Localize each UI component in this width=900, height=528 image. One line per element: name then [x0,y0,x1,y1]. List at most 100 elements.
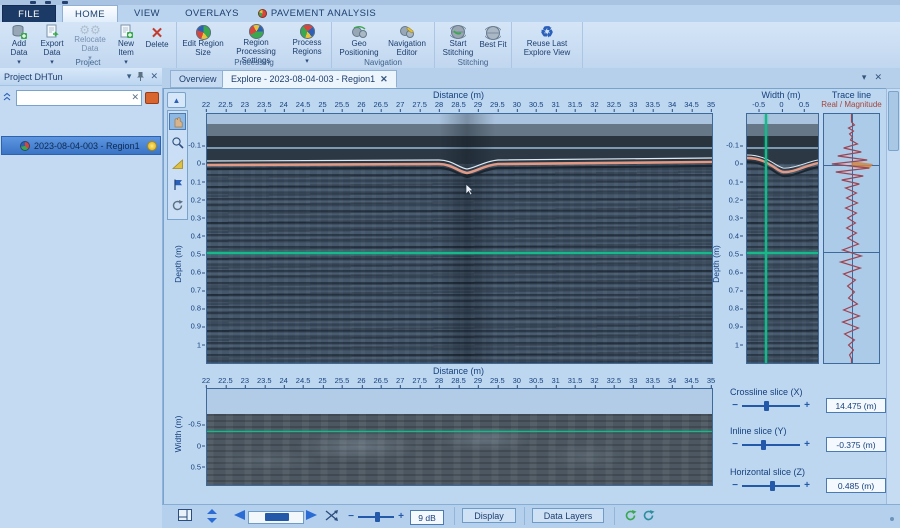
refresh-green-icon[interactable] [624,509,637,522]
crossed-arrows-icon[interactable] [324,509,340,522]
decrement-button[interactable]: − [346,511,356,522]
close-icon[interactable]: ✕ [874,72,882,83]
horizontal-slice-line[interactable] [747,252,818,254]
new-item-button[interactable]: New Item [112,24,140,58]
ribbon-group-label: Project [0,58,176,67]
collapse-toolbar-button[interactable]: ▲ [167,92,186,108]
reuse-last-explore-view-button[interactable]: ♻ Reuse Last Explore View [516,24,578,58]
position-scrollbar[interactable] [248,511,304,524]
explore-view: ▲ Distance (m) 2222.52323.52424.52525.52… [163,88,888,506]
axis-tick-label: 34 [668,376,676,385]
edit-region-size-button[interactable]: Edit Region Size [181,24,225,58]
tab-home[interactable]: HOME [62,5,118,22]
inline-slice-line[interactable] [765,114,767,363]
chevron-down-icon[interactable]: ▾ [127,71,132,82]
slider-track[interactable] [358,516,394,518]
ribbon-group-stitching: Start Stitching Best Fit Stitching [435,22,512,68]
add-data-button[interactable]: Add Data [4,24,34,58]
tab-file[interactable]: FILE [2,5,56,23]
scrollbar-thumb[interactable] [888,91,899,151]
pin-icon[interactable] [136,71,145,82]
horizontal-slice-line[interactable] [207,252,712,254]
relocate-data-button[interactable]: ⚙⚙ Relocate Data [70,24,110,58]
navigation-editor-icon [399,24,416,40]
tab-explore-region[interactable]: Explore - 2023-08-04-003 - Region1 ✕ [222,70,397,88]
scrollbar-thumb[interactable] [265,513,289,521]
workspace-tab-strip: Overview Explore - 2023-08-04-003 - Regi… [162,68,900,88]
process-regions-button[interactable]: Process Regions [287,24,327,58]
inline-slice-value[interactable]: -0.375 (m) [826,437,886,452]
axis-tick-label: 33 [629,100,637,109]
display-button[interactable]: Display [462,508,516,523]
axis-tick-label: 26 [357,376,365,385]
chevron-down-icon[interactable]: ▾ [862,72,867,83]
vertical-scrollbar[interactable] [886,88,900,506]
increment-button[interactable]: + [802,439,812,450]
close-icon[interactable]: ✕ [150,71,158,82]
delete-button[interactable]: ✕ Delete [142,24,172,58]
slider-thumb[interactable] [761,440,766,450]
delete-x-icon: ✕ [151,24,164,41]
slider-thumb[interactable] [375,512,380,522]
tab-view[interactable]: VIEW [124,5,170,21]
increment-button[interactable]: + [396,511,406,522]
slider-thumb[interactable] [770,481,775,491]
tree-item-region[interactable]: 2023-08-04-003 - Region1 [1,136,161,155]
trace-plot[interactable] [823,113,880,364]
increment-button[interactable]: + [802,480,812,491]
axis-tick-label: 28.5 [451,100,466,109]
axis-tick-label: 0 [779,100,783,109]
close-tab-icon[interactable]: ✕ [380,74,388,85]
resize-grip[interactable] [890,517,894,521]
geo-positioning-button[interactable]: Geo Positioning [336,24,382,58]
slider-track[interactable] [742,444,800,446]
plan-view-plot[interactable] [206,388,713,486]
axis-tick-label: 33 [629,376,637,385]
plan-x-axis-ticks: 2222.52323.52424.52525.52626.52727.52828… [206,376,711,388]
tab-pavement-analysis[interactable]: PAVEMENT ANALYSIS [252,5,382,21]
start-stitching-button[interactable]: Start Stitching [439,24,477,58]
best-fit-button[interactable]: Best Fit [479,24,507,58]
updown-arrows-icon[interactable] [206,509,218,523]
layout-preview-icon[interactable] [178,509,192,521]
decrement-button[interactable]: − [730,480,740,491]
decrement-button[interactable]: − [730,439,740,450]
refresh-teal-icon[interactable] [642,509,655,522]
bulb-icon[interactable] [147,141,157,151]
scroll-right-arrow[interactable] [306,509,319,521]
region-processing-settings-button[interactable]: Region Processing Settings [227,24,285,58]
tab-overview[interactable]: Overview [170,70,226,88]
crossline-slice-value[interactable]: 14.475 (m) [826,398,886,413]
width-y-axis-ticks: -0.100.10.20.30.40.50.60.70.80.91 [722,113,744,362]
axis-tick-label: 31.5 [568,100,583,109]
slider-thumb[interactable] [764,401,769,411]
database-add-icon [11,24,27,40]
axis-tick-label: 26.5 [373,100,388,109]
quick-access-icon[interactable] [45,1,51,4]
inline-slice-slider: − + [730,438,812,451]
data-layers-button[interactable]: Data Layers [532,508,604,523]
clear-search-icon[interactable]: ✕ [131,92,139,103]
tab-overlays[interactable]: OVERLAYS [178,5,246,21]
quick-access-icon[interactable] [30,1,36,4]
gain-value[interactable]: 9 dB [410,510,444,525]
navigation-editor-button[interactable]: Navigation Editor [384,24,430,58]
axis-tick-label: 23 [241,100,249,109]
project-search-row: ✕ [0,86,162,110]
expand-collapse-icons[interactable] [3,92,13,104]
search-input[interactable]: ✕ [16,90,142,106]
width-radargram-plot[interactable] [746,113,819,364]
axis-tick-label: 30 [513,100,521,109]
export-data-button[interactable]: Export Data [36,24,68,58]
main-radargram-plot[interactable] [206,113,713,364]
scroll-left-arrow[interactable] [232,509,245,521]
quick-access-icon[interactable] [62,1,68,4]
increment-button[interactable]: + [802,400,812,411]
filter-icon[interactable] [145,92,159,104]
horizontal-slice-value[interactable]: 0.485 (m) [826,478,886,493]
decrement-button[interactable]: − [730,400,740,411]
slider-track[interactable] [742,405,800,407]
axis-tick-label: 32.5 [607,376,622,385]
inline-slice-line[interactable] [207,431,712,433]
slider-track[interactable] [742,485,800,487]
